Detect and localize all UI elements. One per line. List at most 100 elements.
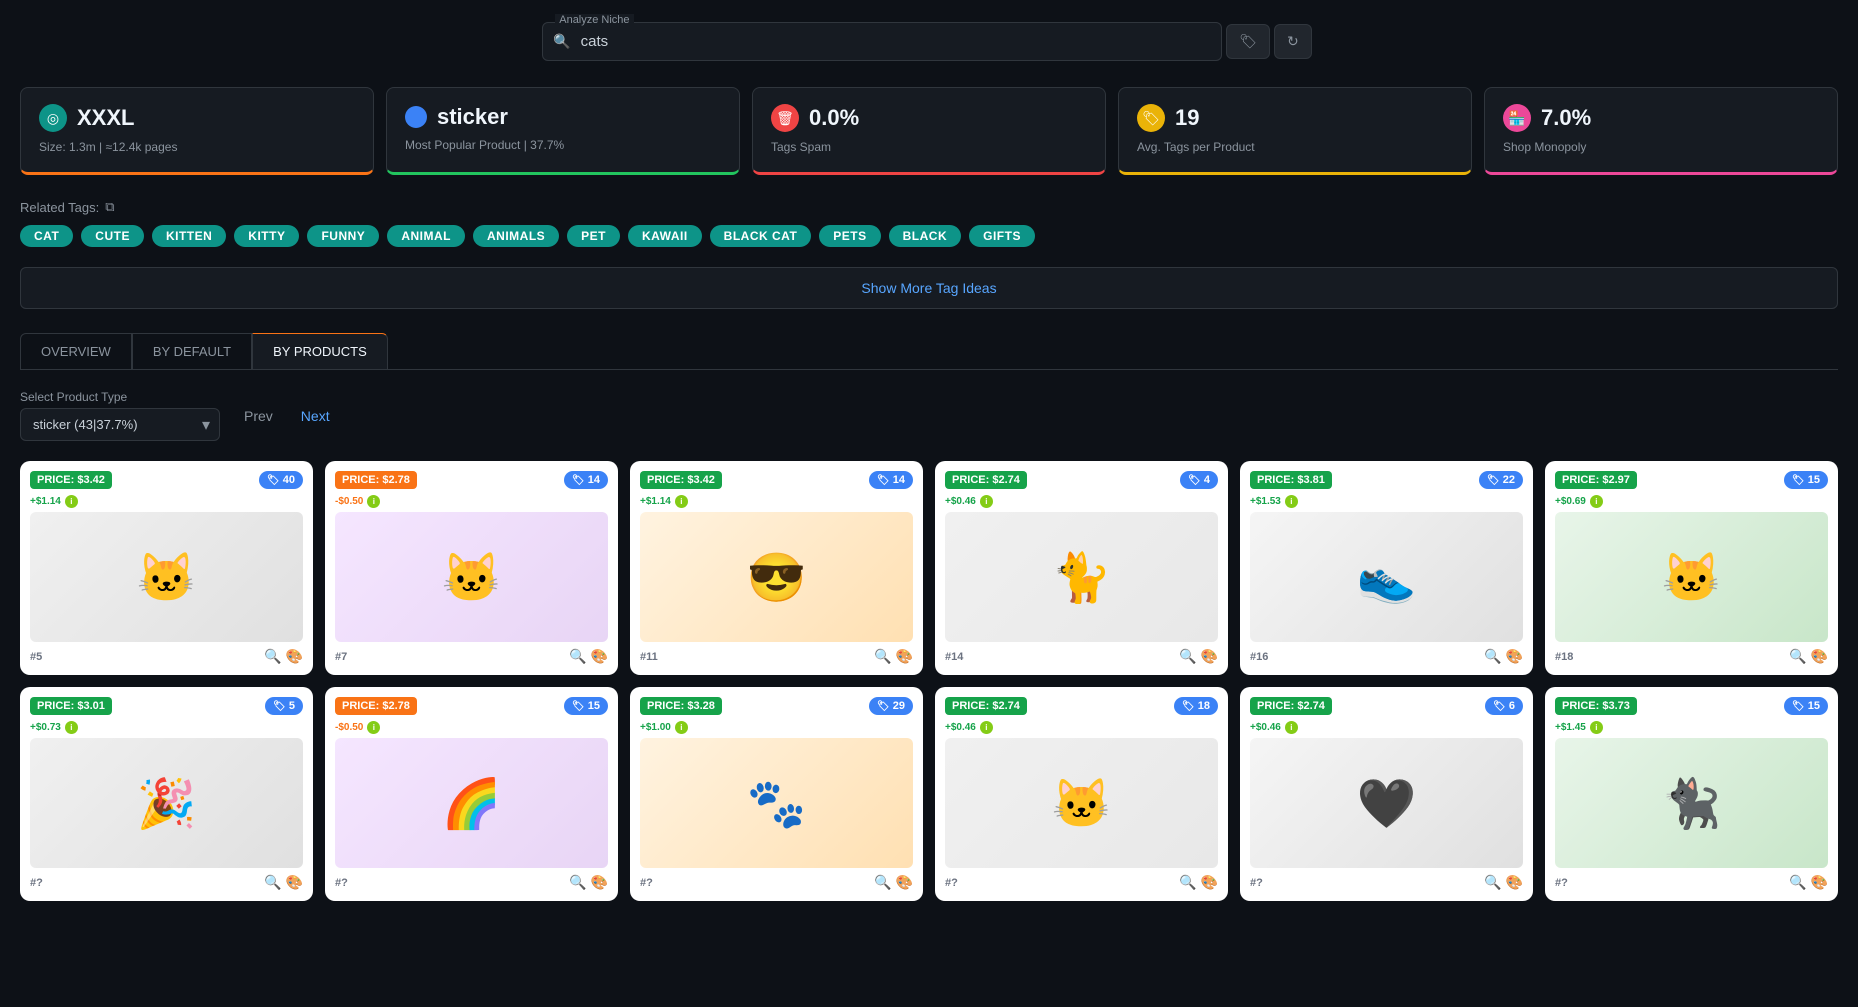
card-badge-top: PRICE: $3.42 🏷 40 — [30, 471, 303, 489]
tag-icon: 🏷 — [877, 701, 890, 712]
search-action-icon[interactable]: 🔍 — [264, 874, 281, 891]
stats-row: ◎ XXXL Size: 1.3m | ≈12.4k pages sticker… — [20, 87, 1838, 175]
tag-count-badge: 🏷 14 — [564, 471, 608, 489]
price-badge: PRICE: $2.74 — [945, 471, 1027, 489]
product-image-area[interactable]: 🐈 — [945, 512, 1218, 642]
tag-pill[interactable]: PETS — [819, 225, 880, 247]
product-card: PRICE: $2.78 🏷 15 -$0.50 i 🌈 #? 🔍 🎨 — [325, 687, 618, 901]
search-action-icon[interactable]: 🔍 — [1484, 648, 1501, 665]
tab-overview[interactable]: OVERVIEW — [20, 333, 132, 369]
spam-icon: 🗑 — [771, 104, 799, 132]
tag-pill[interactable]: BLACK CAT — [710, 225, 812, 247]
palette-action-icon[interactable]: 🎨 — [591, 874, 608, 891]
palette-action-icon[interactable]: 🎨 — [1811, 648, 1828, 665]
search-action-icon[interactable]: 🔍 — [1179, 648, 1196, 665]
tag-count-badge: 🏷 5 — [265, 697, 303, 715]
product-rank: #5 — [30, 651, 42, 663]
tag-button[interactable]: 🏷 — [1226, 24, 1270, 59]
product-card: PRICE: $3.42 🏷 14 +$1.14 i 😎 #11 🔍 🎨 — [630, 461, 923, 675]
card-actions: 🔍 🎨 — [569, 874, 608, 891]
tag-count-badge: 🏷 40 — [259, 471, 303, 489]
tag-icon: 🏷 — [1487, 475, 1500, 486]
price-change-row: +$1.00 i — [640, 721, 913, 734]
product-image-area[interactable]: 🖤 — [1250, 738, 1523, 868]
product-select[interactable]: sticker (43|37.7%) t-shirt mug poster — [20, 408, 220, 441]
search-action-icon[interactable]: 🔍 — [1789, 648, 1806, 665]
tag-pill[interactable]: CAT — [20, 225, 73, 247]
tag-pill[interactable]: CUTE — [81, 225, 144, 247]
product-rank: #? — [945, 877, 958, 889]
search-input[interactable] — [581, 23, 1222, 60]
search-action-icon[interactable]: 🔍 — [569, 874, 586, 891]
tags-row: CAT CUTE KITTEN KITTY FUNNY ANIMAL ANIMALS PET K… — [20, 225, 1838, 247]
prev-button[interactable]: Prev — [240, 400, 277, 432]
product-image-area[interactable]: 🌈 — [335, 738, 608, 868]
price-change-row: +$1.14 i — [640, 495, 913, 508]
palette-action-icon[interactable]: 🎨 — [286, 874, 303, 891]
info-icon: i — [367, 721, 380, 734]
search-action-icon[interactable]: 🔍 — [1789, 874, 1806, 891]
product-emoji: 👟 — [1357, 549, 1417, 606]
search-action-icon[interactable]: 🔍 — [874, 874, 891, 891]
product-image-area[interactable]: 🐱 — [945, 738, 1218, 868]
search-action-icon[interactable]: 🔍 — [1484, 874, 1501, 891]
tag-pill[interactable]: PET — [567, 225, 620, 247]
palette-action-icon[interactable]: 🎨 — [1506, 648, 1523, 665]
palette-action-icon[interactable]: 🎨 — [1201, 874, 1218, 891]
product-card: PRICE: $2.97 🏷 15 +$0.69 i 🐱 #18 🔍 🎨 — [1545, 461, 1838, 675]
product-card: PRICE: $3.42 🏷 40 +$1.14 i 🐱 #5 🔍 🎨 — [20, 461, 313, 675]
product-image-area[interactable]: 🐱 — [1555, 512, 1828, 642]
product-image-area[interactable]: 🐱 — [30, 512, 303, 642]
search-action-icon[interactable]: 🔍 — [1179, 874, 1196, 891]
product-image-area[interactable]: 🐈‍⬛ — [1555, 738, 1828, 868]
product-image-area[interactable]: 🐱 — [335, 512, 608, 642]
tag-pill[interactable]: KITTEN — [152, 225, 226, 247]
search-action-icon[interactable]: 🔍 — [874, 648, 891, 665]
product-image-area[interactable]: 🐾 — [640, 738, 913, 868]
palette-action-icon[interactable]: 🎨 — [286, 648, 303, 665]
avg-tags-icon: 🏷 — [1137, 104, 1165, 132]
tag-pill[interactable]: FUNNY — [307, 225, 379, 247]
palette-action-icon[interactable]: 🎨 — [591, 648, 608, 665]
stat-card-spam: 🗑 0.0% Tags Spam — [752, 87, 1106, 175]
refresh-button[interactable]: ↻ — [1274, 24, 1312, 59]
info-icon: i — [980, 721, 993, 734]
price-change-value: +$0.73 — [30, 722, 61, 733]
search-action-icon[interactable]: 🔍 — [569, 648, 586, 665]
card-badge-top: PRICE: $3.28 🏷 29 — [640, 697, 913, 715]
palette-action-icon[interactable]: 🎨 — [1506, 874, 1523, 891]
show-more-button[interactable]: Show More Tag Ideas — [20, 267, 1838, 309]
tag-pill[interactable]: BLACK — [889, 225, 962, 247]
palette-action-icon[interactable]: 🎨 — [896, 874, 913, 891]
tag-icon: 🏷 — [273, 701, 286, 712]
search-action-icon[interactable]: 🔍 — [264, 648, 281, 665]
product-image-area[interactable]: 😎 — [640, 512, 913, 642]
tab-by-default[interactable]: BY DEFAULT — [132, 333, 252, 369]
product-image-area[interactable]: 👟 — [1250, 512, 1523, 642]
next-button[interactable]: Next — [297, 400, 334, 432]
tag-pill[interactable]: GIFTS — [969, 225, 1035, 247]
tag-pill[interactable]: ANIMAL — [387, 225, 465, 247]
product-image-area[interactable]: 🎉 — [30, 738, 303, 868]
tag-pill[interactable]: ANIMALS — [473, 225, 559, 247]
product-emoji: 🖤 — [1357, 775, 1417, 832]
price-badge: PRICE: $2.78 — [335, 471, 417, 489]
palette-action-icon[interactable]: 🎨 — [896, 648, 913, 665]
stat-card-avg-tags: 🏷 19 Avg. Tags per Product — [1118, 87, 1472, 175]
tag-pill[interactable]: KAWAII — [628, 225, 702, 247]
tab-by-products[interactable]: BY PRODUCTS — [252, 333, 388, 369]
info-icon: i — [675, 495, 688, 508]
copy-icon[interactable]: ⧉ — [105, 199, 114, 215]
palette-action-icon[interactable]: 🎨 — [1201, 648, 1218, 665]
info-icon: i — [980, 495, 993, 508]
card-footer: #? 🔍 🎨 — [335, 874, 608, 891]
tag-pill[interactable]: KITTY — [234, 225, 299, 247]
product-rank: #? — [30, 877, 43, 889]
card-footer: #7 🔍 🎨 — [335, 648, 608, 665]
palette-action-icon[interactable]: 🎨 — [1811, 874, 1828, 891]
info-icon: i — [1590, 721, 1603, 734]
price-change-value: +$0.46 — [945, 496, 976, 507]
card-badge-top: PRICE: $2.74 🏷 18 — [945, 697, 1218, 715]
product-card: PRICE: $3.81 🏷 22 +$1.53 i 👟 #16 🔍 🎨 — [1240, 461, 1533, 675]
card-footer: #18 🔍 🎨 — [1555, 648, 1828, 665]
